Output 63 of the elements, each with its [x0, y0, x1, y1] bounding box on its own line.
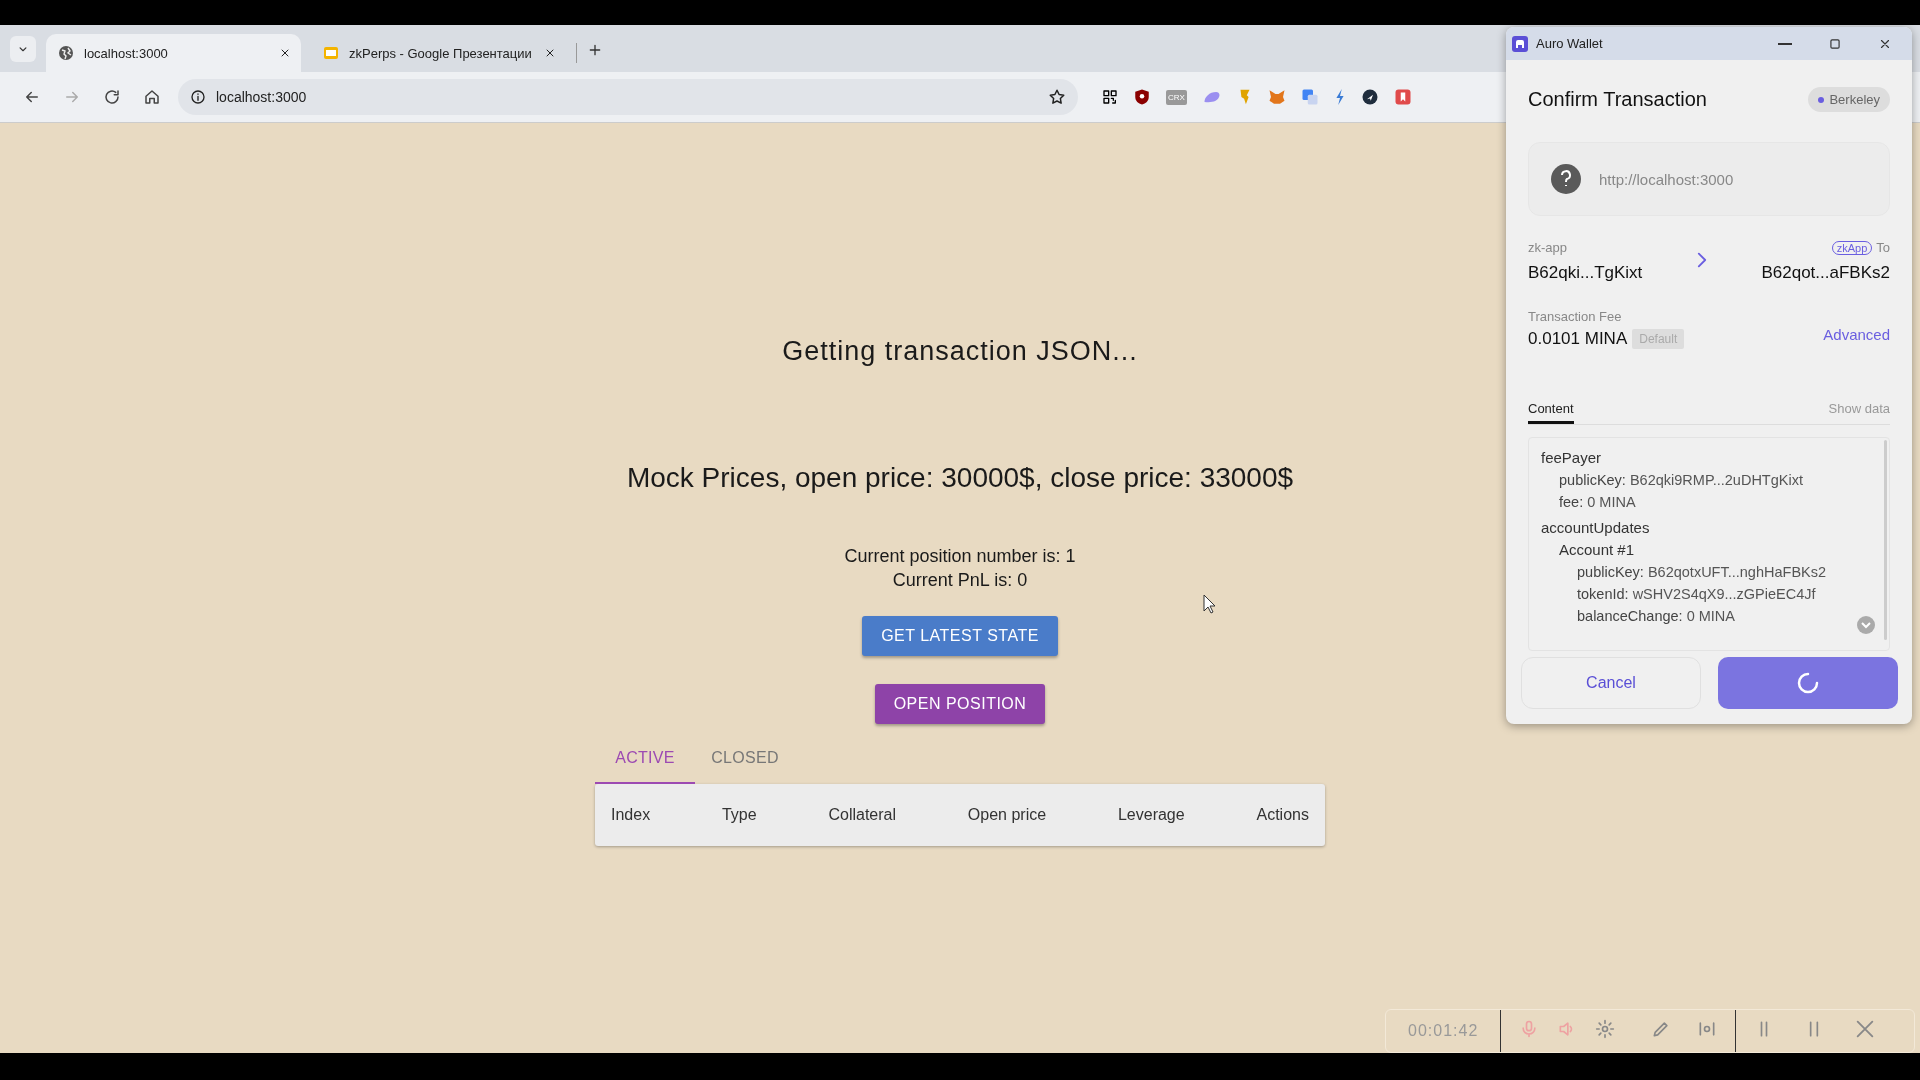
- recording-time: 00:01:42: [1407, 1022, 1480, 1040]
- globe-icon: [58, 45, 74, 61]
- chevron-icon: [1696, 250, 1707, 269]
- column-header: Collateral: [828, 806, 897, 824]
- from-address: B62qki...TgKixt: [1528, 263, 1643, 283]
- column-header: Actions: [1256, 806, 1309, 824]
- close-icon: [544, 47, 556, 59]
- from-label: zk-app: [1528, 240, 1569, 255]
- extension-icon[interactable]: CRX: [1166, 89, 1187, 105]
- tree-label: feePayer: [1541, 448, 1602, 468]
- positions-tab[interactable]: CLOSED: [695, 734, 795, 784]
- prices-text: Mock Prices, open price: 30000$, close price: 33000$: [626, 462, 1294, 494]
- status-text: Getting transaction JSON...: [782, 336, 1138, 367]
- content-tab[interactable]: Content: [1528, 401, 1574, 424]
- field-text: tokenId: wSHV2S4qX9...zGPieEC4Jf: [1577, 585, 1816, 604]
- field-text: fee: 0 MINA: [1559, 493, 1636, 512]
- dialog-heading: Confirm Transaction: [1528, 88, 1707, 111]
- minimize-icon: [1778, 41, 1792, 46]
- maximize-icon: [1828, 36, 1842, 51]
- settings-icon: [1595, 1019, 1616, 1039]
- tree-label: accountUpdates: [1541, 518, 1650, 538]
- to-address: B62qot...aFBKs2: [1761, 263, 1890, 283]
- scroll-down-icon[interactable]: [1857, 616, 1875, 634]
- column-header: Index: [611, 806, 651, 824]
- cancel-button[interactable]: Cancel: [1521, 657, 1701, 709]
- field-text: balanceChange: 0 MINA: [1577, 607, 1735, 626]
- column-header: Open price: [967, 806, 1047, 824]
- network-badge: Berkeley: [1808, 87, 1890, 112]
- position-text: Current position number is: 1: [844, 545, 1076, 568]
- reload-icon: [103, 88, 121, 106]
- wallet-logo-icon: [1512, 35, 1528, 52]
- column-header: Type: [721, 806, 757, 824]
- slides-icon: [323, 45, 339, 61]
- home-icon: [143, 88, 161, 106]
- info-icon: [190, 89, 206, 105]
- refresh-button[interactable]: GET LATEST STATE: [862, 616, 1058, 656]
- fee-label: Transaction Fee: [1528, 309, 1623, 324]
- fee-amount: 0.0101 MINA: [1528, 329, 1628, 349]
- open-position-button[interactable]: OPEN POSITION: [874, 684, 1046, 724]
- bookmark-icon: [1393, 88, 1412, 106]
- shield-icon: [1133, 88, 1151, 106]
- field-text: publicKey: B62qki9RMP...2uDHTgKixt: [1559, 471, 1803, 490]
- window-title: Auro Wallet: [1536, 36, 1604, 51]
- confirm-button[interactable]: [1718, 657, 1898, 709]
- close-icon: [279, 47, 291, 59]
- origin-url: http://localhost:3000: [1599, 170, 1734, 188]
- fox-icon: [1267, 88, 1286, 106]
- qr-icon: [1102, 89, 1118, 105]
- question-icon: [1551, 164, 1581, 194]
- to-label: To: [1876, 240, 1890, 255]
- plus-icon: [587, 42, 603, 58]
- tree-label: Account #1: [1559, 540, 1635, 560]
- star-icon: [1048, 88, 1066, 106]
- advanced-link[interactable]: Advanced: [1823, 326, 1890, 343]
- cursor-icon: [1203, 594, 1217, 614]
- column-header: Leverage: [1117, 806, 1185, 824]
- browser-tab[interactable]: localhost:3000: [46, 34, 301, 72]
- address-bar[interactable]: localhost:3000: [178, 79, 1078, 115]
- pnl-text: Current PnL is: 0: [892, 569, 1028, 592]
- field-text: publicKey: B62qotxUFT...nghHaFBKs2: [1577, 563, 1827, 582]
- tab-list-button[interactable]: [10, 36, 36, 62]
- browser-tab[interactable]: zkPerps - Google Презентации: [311, 34, 566, 72]
- spinner-icon: [1797, 672, 1819, 694]
